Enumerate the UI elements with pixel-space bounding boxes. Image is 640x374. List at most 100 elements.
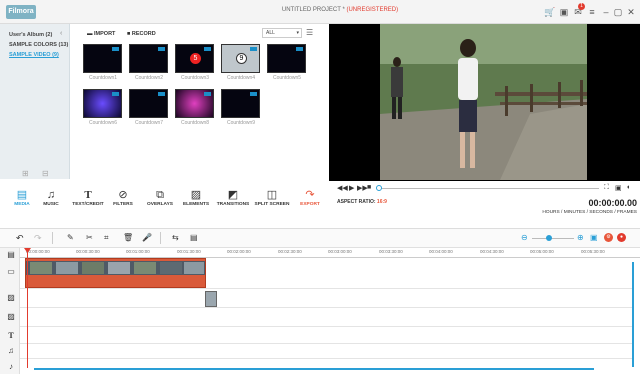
media-thumbnail[interactable]: 9 bbox=[221, 44, 260, 73]
ruler-tick: 00:04:00:00 bbox=[429, 249, 453, 254]
thumbnail-label: Countdown5 bbox=[272, 75, 302, 81]
tab-text-credit[interactable]: T TEXT/CREDIT bbox=[68, 188, 108, 207]
thumbnail-label: Countdown6 bbox=[88, 120, 118, 126]
music-icon: ♫ bbox=[46, 189, 56, 201]
delete-folder-icon[interactable]: ⊟ bbox=[42, 169, 49, 178]
media-thumbnail[interactable] bbox=[221, 89, 260, 118]
minimize-icon[interactable]: – bbox=[600, 6, 612, 18]
scrubber-handle[interactable] bbox=[376, 185, 382, 191]
playhead[interactable] bbox=[27, 248, 28, 368]
video-badge bbox=[250, 92, 257, 96]
countdown-glyph: 5 bbox=[190, 53, 201, 64]
delete-icon[interactable]: 🗑 bbox=[123, 233, 133, 242]
import-icon: ▬ bbox=[87, 31, 95, 37]
import-button[interactable]: ▬ IMPORT bbox=[87, 31, 115, 37]
collapse-icon[interactable]: ‹ bbox=[60, 30, 62, 37]
media-thumbnail[interactable]: 5 bbox=[175, 44, 214, 73]
timecode: 00:00:00.00 bbox=[588, 198, 637, 208]
elements-icon: ▨ bbox=[190, 189, 202, 201]
voiceover-icon[interactable]: 🎤 bbox=[142, 233, 152, 242]
thumbnail-label: Countdown2 bbox=[134, 75, 164, 81]
timeline-ruler[interactable]: 00:00:00:00 00:00:30:00 00:01:00:00 00:0… bbox=[20, 248, 640, 258]
export-button[interactable]: ↷ EXPORT bbox=[290, 188, 330, 207]
title-bar: Filmora UNTITLED PROJECT * (UNREGISTERED… bbox=[0, 0, 640, 24]
tab-filters[interactable]: ⊘ FILTERS bbox=[103, 188, 143, 207]
settings-red-icon[interactable]: ⚙ bbox=[604, 233, 613, 242]
zoom-slider-handle[interactable] bbox=[546, 235, 552, 241]
media-thumbnail[interactable] bbox=[267, 44, 306, 73]
music-track[interactable] bbox=[20, 344, 632, 359]
media-thumbnail[interactable] bbox=[175, 89, 214, 118]
vertical-scrollbar[interactable] bbox=[632, 262, 634, 367]
record-red-icon[interactable]: ● bbox=[617, 233, 626, 242]
project-title: UNTITLED PROJECT * bbox=[281, 7, 345, 13]
undo-icon[interactable]: ↶ bbox=[16, 233, 24, 244]
media-sidebar: User's Album (2) ‹ SAMPLE COLORS (13) SA… bbox=[0, 24, 70, 179]
tab-split-screen[interactable]: ◫ SPLIT SCREEN bbox=[252, 188, 292, 207]
filters-icon: ⊘ bbox=[118, 189, 128, 201]
toolbar-divider bbox=[160, 232, 161, 244]
zoom-slider[interactable] bbox=[532, 238, 574, 239]
redo-icon[interactable]: ↷ bbox=[34, 233, 42, 244]
notification-badge: 1 bbox=[578, 3, 585, 10]
add-folder-icon[interactable]: ⊞ bbox=[22, 169, 29, 178]
text-track[interactable] bbox=[20, 327, 632, 344]
media-thumbnail[interactable] bbox=[129, 89, 168, 118]
tab-transitions[interactable]: ◩ TRANSITIONS bbox=[213, 188, 253, 207]
sidebar-item-user-album[interactable]: User's Album (2) bbox=[9, 32, 52, 38]
video-badge bbox=[204, 92, 211, 96]
save-icon[interactable]: ▣ bbox=[558, 6, 570, 18]
tab-overlays[interactable]: ⧉ OVERLAYS bbox=[140, 188, 180, 207]
cut-icon[interactable]: ✂ bbox=[86, 233, 93, 242]
crop-icon[interactable]: ⌗ bbox=[104, 233, 109, 243]
zoom-out-icon[interactable]: ⊖ bbox=[521, 233, 528, 242]
zoom-in-icon[interactable]: ⊕ bbox=[577, 233, 584, 242]
preview-frame bbox=[380, 24, 587, 180]
horizontal-scrollbar[interactable] bbox=[34, 368, 594, 370]
window-title: UNTITLED PROJECT * (UNREGISTERED) bbox=[240, 7, 440, 13]
video-clip[interactable] bbox=[25, 258, 206, 288]
aspect-ratio-value[interactable]: 16:9 bbox=[377, 199, 387, 205]
unregistered-label: (UNREGISTERED) bbox=[346, 7, 399, 13]
video-badge bbox=[112, 92, 119, 96]
music-track-icon: ♫ bbox=[8, 346, 14, 355]
text-icon: T bbox=[84, 189, 92, 201]
view-menu-icon[interactable]: ☰ bbox=[306, 28, 316, 38]
sidebar-item-sample-video[interactable]: SAMPLE VIDEO (9) bbox=[9, 52, 59, 58]
filter-dropdown[interactable]: ALL ▾ bbox=[262, 28, 302, 38]
pip-track-2[interactable] bbox=[20, 308, 632, 327]
overlays-icon: ⧉ bbox=[156, 189, 164, 201]
ruler-tick: 00:03:00:00 bbox=[328, 249, 352, 254]
ruler-tick: 00:01:00:00 bbox=[126, 249, 150, 254]
player-controls: ◀◀ ▶ ▶▶ ■ ⛶ ▣ ◖ ASPECT RATIO: 16:9 00:00… bbox=[329, 181, 640, 221]
tab-music[interactable]: ♫ MUSIC bbox=[31, 188, 71, 207]
snapshot-icon[interactable]: ▣ bbox=[615, 184, 622, 192]
pip-clip-thumbnail[interactable] bbox=[205, 291, 217, 307]
menu-icon[interactable]: ≡ bbox=[586, 6, 598, 18]
step-back-icon[interactable]: ◀◀ bbox=[337, 184, 348, 192]
thumbnail-label: Countdown3 bbox=[180, 75, 210, 81]
pip-track[interactable] bbox=[20, 289, 632, 308]
ruler-tick: 00:04:30:00 bbox=[480, 249, 504, 254]
playback-scrubber[interactable] bbox=[377, 188, 599, 189]
sidebar-item-sample-colors[interactable]: SAMPLE COLORS (13) bbox=[9, 42, 68, 48]
media-thumbnail[interactable] bbox=[83, 89, 122, 118]
stop-icon[interactable]: ■ bbox=[367, 184, 371, 191]
media-thumbnail[interactable] bbox=[83, 44, 122, 73]
maximize-icon[interactable]: ▢ bbox=[612, 6, 624, 18]
ruler-tick: 00:02:30:00 bbox=[278, 249, 302, 254]
snapshot-icon[interactable]: ▤ bbox=[190, 233, 198, 242]
media-thumbnail[interactable] bbox=[129, 44, 168, 73]
edit-icon[interactable]: ✎ bbox=[67, 233, 74, 242]
fit-timeline-icon[interactable]: ▣ bbox=[590, 233, 598, 242]
play-icon[interactable]: ▶ bbox=[349, 184, 354, 192]
cart-icon[interactable]: 🛒 bbox=[544, 6, 556, 18]
close-icon[interactable]: ✕ bbox=[625, 6, 637, 18]
detach-audio-icon[interactable]: ⇆ bbox=[172, 233, 179, 242]
track-settings-icon[interactable]: ▤ bbox=[5, 250, 17, 259]
volume-icon[interactable]: ◖ bbox=[626, 184, 630, 191]
fullscreen-icon[interactable]: ⛶ bbox=[604, 184, 609, 192]
video-badge bbox=[158, 92, 165, 96]
tab-elements[interactable]: ▨ ELEMENTS bbox=[176, 188, 216, 207]
record-button[interactable]: ■ RECORD bbox=[127, 31, 156, 37]
